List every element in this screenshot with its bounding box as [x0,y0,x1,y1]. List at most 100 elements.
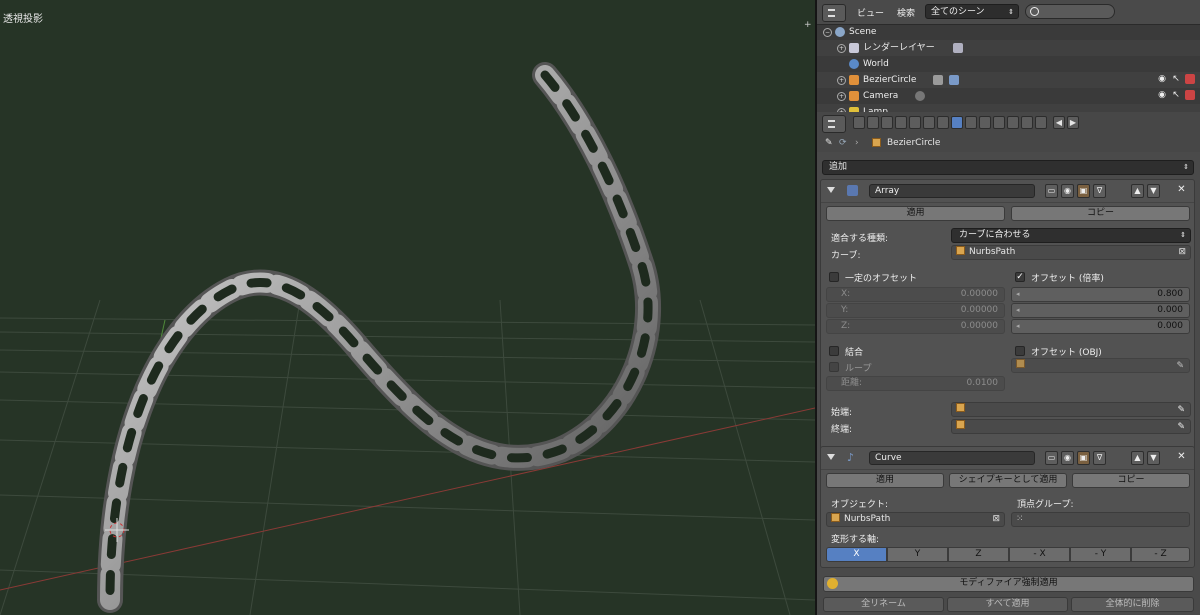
eye-icon[interactable]: ◉ [1157,90,1167,100]
scroll-left-icon[interactable]: ◀ [1053,116,1065,129]
scripts-tab-icon[interactable] [1035,116,1047,129]
modifiers-wrench-tab-icon[interactable] [951,116,963,129]
add-modifier-dropdown[interactable]: 追加 ⇕ [822,160,1194,175]
decrement-arrow-icon[interactable]: ◂ [1016,320,1020,333]
collapse-triangle-icon[interactable] [827,187,835,193]
material-tab-icon[interactable] [979,116,991,129]
relative-offset-x-field[interactable]: ◂ 0.800 [1011,287,1190,302]
constant-offset-y-field[interactable]: Y: 0.00000 [826,303,1005,318]
expand-icon[interactable]: + [837,44,846,53]
fit-type-dropdown[interactable]: カーブに合わせる ⇕ [951,228,1191,243]
vertex-group-field[interactable]: ⁙ [1011,512,1190,527]
particles-tab-icon[interactable] [1007,116,1019,129]
eyedropper-icon[interactable]: ✎ [1176,360,1184,373]
render-layers-tab-icon[interactable] [867,116,879,129]
constant-offset-x-field[interactable]: X: 0.00000 [826,287,1005,302]
eyedropper-icon[interactable]: ✎ [1177,421,1185,434]
expand-plus-icon[interactable]: + [804,20,812,30]
show-editmode-icon[interactable]: ▣ [1077,184,1090,198]
outliner-search-field[interactable] [1025,4,1115,19]
loop-checkbox[interactable] [829,362,839,372]
decrement-arrow-icon[interactable]: ◂ [1016,304,1020,317]
rename-all-button[interactable]: 全リネーム [823,597,944,612]
clear-field-icon[interactable]: ⊠ [992,513,1000,526]
start-cap-field[interactable]: ✎ [951,402,1191,417]
render-tab-icon[interactable] [853,116,865,129]
force-apply-modifiers-button[interactable]: モディファイア強制適用 [823,576,1194,592]
move-up-icon[interactable]: ▲ [1131,184,1144,198]
camera-render-icon[interactable] [1185,90,1195,100]
curve-object-field[interactable]: NurbsPath ⊠ [951,245,1191,260]
copy-button[interactable]: コピー [1011,206,1190,221]
pin-icon[interactable]: ✎ [825,134,833,152]
scene-tab-icon[interactable] [881,116,893,129]
show-on-cage-icon[interactable]: ∇ [1093,184,1106,198]
outliner-row-lamp[interactable]: + Lamp [817,104,1200,112]
editor-type-menu-icon[interactable] [822,115,846,133]
merge-checkbox[interactable] [829,346,839,356]
deform-axis-neg-z[interactable]: - Z [1131,547,1190,562]
menu-search[interactable]: 検索 [897,6,915,19]
offset-object-field[interactable]: ✎ [1011,358,1190,373]
deform-axis-neg-x[interactable]: - X [1009,547,1070,562]
constant-offset-z-field[interactable]: Z: 0.00000 [826,319,1005,334]
show-viewport-icon[interactable]: ◉ [1061,451,1074,465]
texture-tab-icon[interactable] [993,116,1005,129]
apply-button[interactable]: 適用 [826,206,1005,221]
expand-icon[interactable]: + [837,92,846,101]
outliner-row-camera[interactable]: + Camera ◉ ↖ [817,88,1200,104]
show-render-icon[interactable]: ▭ [1045,451,1058,465]
expand-icon[interactable]: + [837,76,846,85]
end-cap-field[interactable]: ✎ [951,419,1191,434]
move-down-icon[interactable]: ▼ [1147,451,1160,465]
scroll-right-icon[interactable]: ▶ [1067,116,1079,129]
camera-render-icon[interactable] [1185,74,1195,84]
outliner-row-world[interactable]: World [817,56,1200,72]
move-down-icon[interactable]: ▼ [1147,184,1160,198]
eyedropper-icon[interactable]: ✎ [1177,404,1185,417]
move-up-icon[interactable]: ▲ [1131,451,1144,465]
outliner-row-beziercircle[interactable]: + BezierCircle ◉ ↖ [817,72,1200,88]
remove-modifier-close-icon[interactable]: ✕ [1175,451,1188,465]
menu-view[interactable]: ビュー [857,6,884,19]
decrement-arrow-icon[interactable]: ◂ [1016,288,1020,301]
world-tab-icon[interactable] [895,116,907,129]
eye-icon[interactable]: ◉ [1157,74,1167,84]
merge-distance-field[interactable]: 距離: 0.0100 [826,376,1005,391]
remove-modifier-close-icon[interactable]: ✕ [1175,184,1188,198]
clear-field-icon[interactable]: ⊠ [1178,246,1186,259]
collapse-triangle-icon[interactable] [827,454,835,460]
data-tab-icon[interactable] [965,116,977,129]
show-render-icon[interactable]: ▭ [1045,184,1058,198]
show-on-cage-icon[interactable]: ∇ [1093,451,1106,465]
modifier-name-field[interactable]: Curve [869,451,1035,465]
deform-axis-z[interactable]: Z [948,547,1009,562]
apply-button[interactable]: 適用 [826,473,944,488]
curve-object-field[interactable]: NurbsPath ⊠ [826,512,1005,527]
deform-axis-neg-y[interactable]: - Y [1070,547,1131,562]
deform-axis-y[interactable]: Y [887,547,948,562]
editor-type-menu-icon[interactable] [822,4,846,22]
collapse-icon[interactable]: − [823,28,832,37]
copy-button[interactable]: コピー [1072,473,1190,488]
modifier-name-field[interactable]: Array [869,184,1035,198]
relative-offset-y-field[interactable]: ◂ 0.000 [1011,303,1190,318]
link-tab-icon[interactable] [937,116,949,129]
cursor-icon[interactable]: ↖ [1171,90,1181,100]
object-offset-checkbox[interactable] [1015,346,1025,356]
display-mode-select[interactable]: 全てのシーン ⇕ [925,4,1019,19]
3d-viewport[interactable]: 透視投影 + [0,0,815,615]
relative-offset-checkbox[interactable]: ✓ [1015,272,1025,282]
delete-all-button[interactable]: 全体的に削除 [1071,597,1194,612]
constraints-tab-icon[interactable] [923,116,935,129]
apply-as-shape-button[interactable]: シェイプキーとして適用 [949,473,1067,488]
outliner-row-render-layers[interactable]: + レンダーレイヤー [817,40,1200,56]
outliner-row-scene[interactable]: − Scene [817,24,1200,40]
show-editmode-icon[interactable]: ▣ [1077,451,1090,465]
object-tab-icon[interactable] [909,116,921,129]
constant-offset-checkbox[interactable] [829,272,839,282]
show-viewport-icon[interactable]: ◉ [1061,184,1074,198]
apply-all-button[interactable]: すべて適用 [947,597,1068,612]
deform-axis-x[interactable]: X [826,547,887,562]
physics-tab-icon[interactable] [1021,116,1033,129]
